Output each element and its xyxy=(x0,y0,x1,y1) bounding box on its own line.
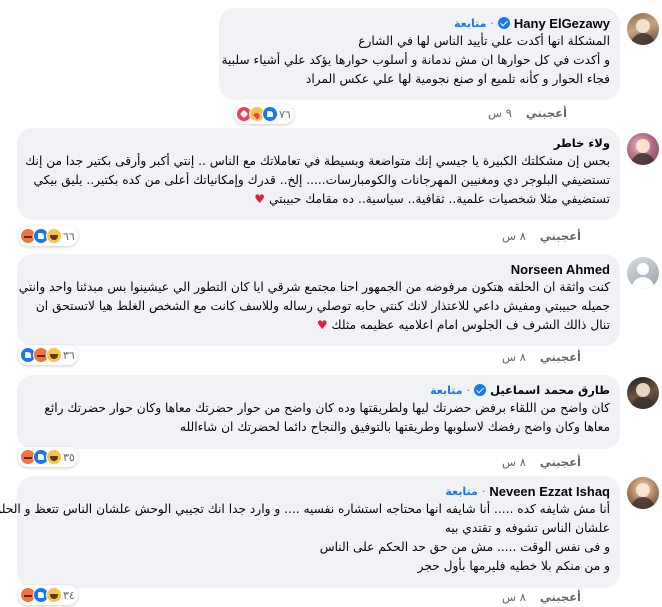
heart-emoji-icon: ♥ xyxy=(254,192,266,206)
commenter-avatar[interactable] xyxy=(627,133,659,165)
comment-text-line: جميله حبيبتي ومفيش داعي للاعتذار لانك كن… xyxy=(35,299,610,313)
comment-header: Hany ElGezawy · متابعة xyxy=(231,14,610,32)
separator-dot: · xyxy=(466,383,471,397)
verified-badge-icon xyxy=(497,17,510,29)
comment-header: ولاء خاطر xyxy=(29,134,610,152)
author-name[interactable]: طارق محمد اسماعيل xyxy=(490,383,610,397)
like-icon xyxy=(262,106,278,122)
separator-dot: · xyxy=(481,484,486,498)
commenter-avatar[interactable] xyxy=(627,377,659,409)
haha-icon xyxy=(46,449,62,465)
reaction-summary[interactable]: ٧٦ xyxy=(234,104,294,124)
avatar-face-shape xyxy=(636,19,650,33)
avatar-face-shape xyxy=(636,383,650,397)
like-button[interactable]: أعجبني xyxy=(540,350,581,364)
like-button[interactable]: أعجبني xyxy=(540,590,581,604)
comment-time[interactable]: ٨ س xyxy=(502,590,526,604)
haha-icon xyxy=(46,587,62,603)
commenter-avatar[interactable] xyxy=(627,13,659,45)
like-button[interactable]: أعجبني xyxy=(540,455,581,469)
comment-header: طارق محمد اسماعيل · متابعة xyxy=(29,381,610,399)
comment-time[interactable]: ٨ س xyxy=(502,229,526,243)
commenter-avatar[interactable] xyxy=(627,477,659,509)
comment-text-line: معاها وكان واضح رفضك لاسلوبها وطريقتها ب… xyxy=(179,420,610,434)
comment-actions: أعجبني ٨ س xyxy=(502,455,581,469)
comment-text-line: تستضيفي البلوجر دي ومغنيين المهرجانات وا… xyxy=(33,173,610,187)
avatar-face-shape xyxy=(636,139,650,153)
comment-text: تستضيفي مثلا شخصيات علمية.. ثقافية.. سيا… xyxy=(268,192,610,206)
reaction-summary[interactable]: ٣٥ xyxy=(18,447,78,467)
comment-text-line: فجاء الحوار و كأنه تلميع او صنع نجومية ل… xyxy=(305,72,610,86)
comment-text-line: كان واضح من اللقاء برفض حضرتك ليها ولطري… xyxy=(44,401,610,415)
reaction-count: ٣٦ xyxy=(63,348,75,362)
comment-time[interactable]: ٨ س xyxy=(502,455,526,469)
reaction-count: ٦٦ xyxy=(63,229,75,243)
avatar-body-shape xyxy=(631,397,655,409)
follow-link[interactable]: متابعة xyxy=(454,17,486,30)
comment-header: Norseen Ahmed xyxy=(29,260,610,278)
reaction-summary[interactable]: ٣٤ xyxy=(18,585,78,605)
comment-text-line: تنال ذالك الشرف ف الجلوس امام اعلاميه عظ… xyxy=(29,316,610,335)
comment-actions: أعجبني ٨ س xyxy=(502,590,581,604)
comment-text-line: و من منكم بلا خطيه فليرمها بأول حجر xyxy=(417,559,610,573)
comment-actions: أعجبني ٨ س xyxy=(502,350,581,364)
comment-text-line: و أكدت في كل حوارها ان مش ندمانة و أسلوب… xyxy=(221,53,610,67)
comment-text-line: علشان الناس تشوفه و تقتدي بيه xyxy=(444,521,610,535)
comment-text-line: المشكلة انها أكدت علي تأييد الناس لها في… xyxy=(358,34,610,48)
avatar-body-shape xyxy=(631,153,655,165)
comment-bubble: ولاء خاطر بحس إن مشكلتك الكبيرة يا جيسي … xyxy=(17,128,620,220)
heart-emoji-icon: ♥ xyxy=(316,318,328,332)
comment-bubble: طارق محمد اسماعيل · متابعة كان واضح من ا… xyxy=(17,375,620,449)
comment-text: تنال ذالك الشرف ف الجلوس امام اعلاميه عظ… xyxy=(331,318,610,332)
author-name[interactable]: Neveen Ezzat Ishaq xyxy=(489,484,610,499)
verified-badge-icon xyxy=(474,384,487,396)
haha-icon xyxy=(46,228,62,244)
comment-text-line: بحس إن مشكلتك الكبيرة يا جيسي إنك متواضع… xyxy=(25,154,610,168)
avatar-body-shape xyxy=(631,497,655,509)
comment-text-line: أنا مش شايفه كده ..... أنا شايفه انها مح… xyxy=(0,502,610,516)
author-name[interactable]: Hany ElGezawy xyxy=(514,16,610,31)
reaction-count: ٧٦ xyxy=(279,107,291,121)
avatar-body-shape xyxy=(631,33,655,45)
reaction-summary[interactable]: ٦٦ xyxy=(18,226,78,246)
avatar-face-shape xyxy=(636,483,650,497)
comment-time[interactable]: ٩ س xyxy=(488,106,512,120)
author-name[interactable]: Norseen Ahmed xyxy=(511,262,610,277)
comment-actions: أعجبني ٩ س xyxy=(488,106,567,120)
comment-time[interactable]: ٨ س xyxy=(502,350,526,364)
reaction-count: ٣٥ xyxy=(63,450,75,464)
author-name[interactable]: ولاء خاطر xyxy=(554,136,610,150)
reaction-count: ٣٤ xyxy=(63,588,75,602)
comment-bubble: Hany ElGezawy · متابعة المشكلة انها أكدت… xyxy=(219,8,620,100)
comment-header: Neveen Ezzat Ishaq · متابعة xyxy=(29,482,610,500)
like-button[interactable]: أعجبني xyxy=(540,229,581,243)
haha-icon xyxy=(46,347,62,363)
follow-link[interactable]: متابعة xyxy=(430,384,462,397)
comment-bubble: Norseen Ahmed كنت واثقة ان الحلقه هتكون … xyxy=(17,254,620,346)
comment-bubble: Neveen Ezzat Ishaq · متابعة أنا مش شايفه… xyxy=(0,476,620,588)
default-avatar-icon[interactable] xyxy=(627,257,659,289)
comment-actions: أعجبني ٨ س xyxy=(502,229,581,243)
comment-text-line: كنت واثقة ان الحلقه هتكون مرفوضه من الجم… xyxy=(18,280,610,294)
separator-dot: · xyxy=(490,16,494,30)
reaction-summary[interactable]: ٣٦ xyxy=(18,345,78,365)
avatar-head-shape xyxy=(637,263,649,275)
comment-text-line: و فى نفس الوقت ..... مش من حق حد الحكم ع… xyxy=(319,540,610,554)
comment-text-line: تستضيفي مثلا شخصيات علمية.. ثقافية.. سيا… xyxy=(29,190,610,209)
like-button[interactable]: أعجبني xyxy=(526,106,567,120)
follow-link[interactable]: متابعة xyxy=(445,485,477,498)
avatar-body-shape xyxy=(632,277,654,289)
